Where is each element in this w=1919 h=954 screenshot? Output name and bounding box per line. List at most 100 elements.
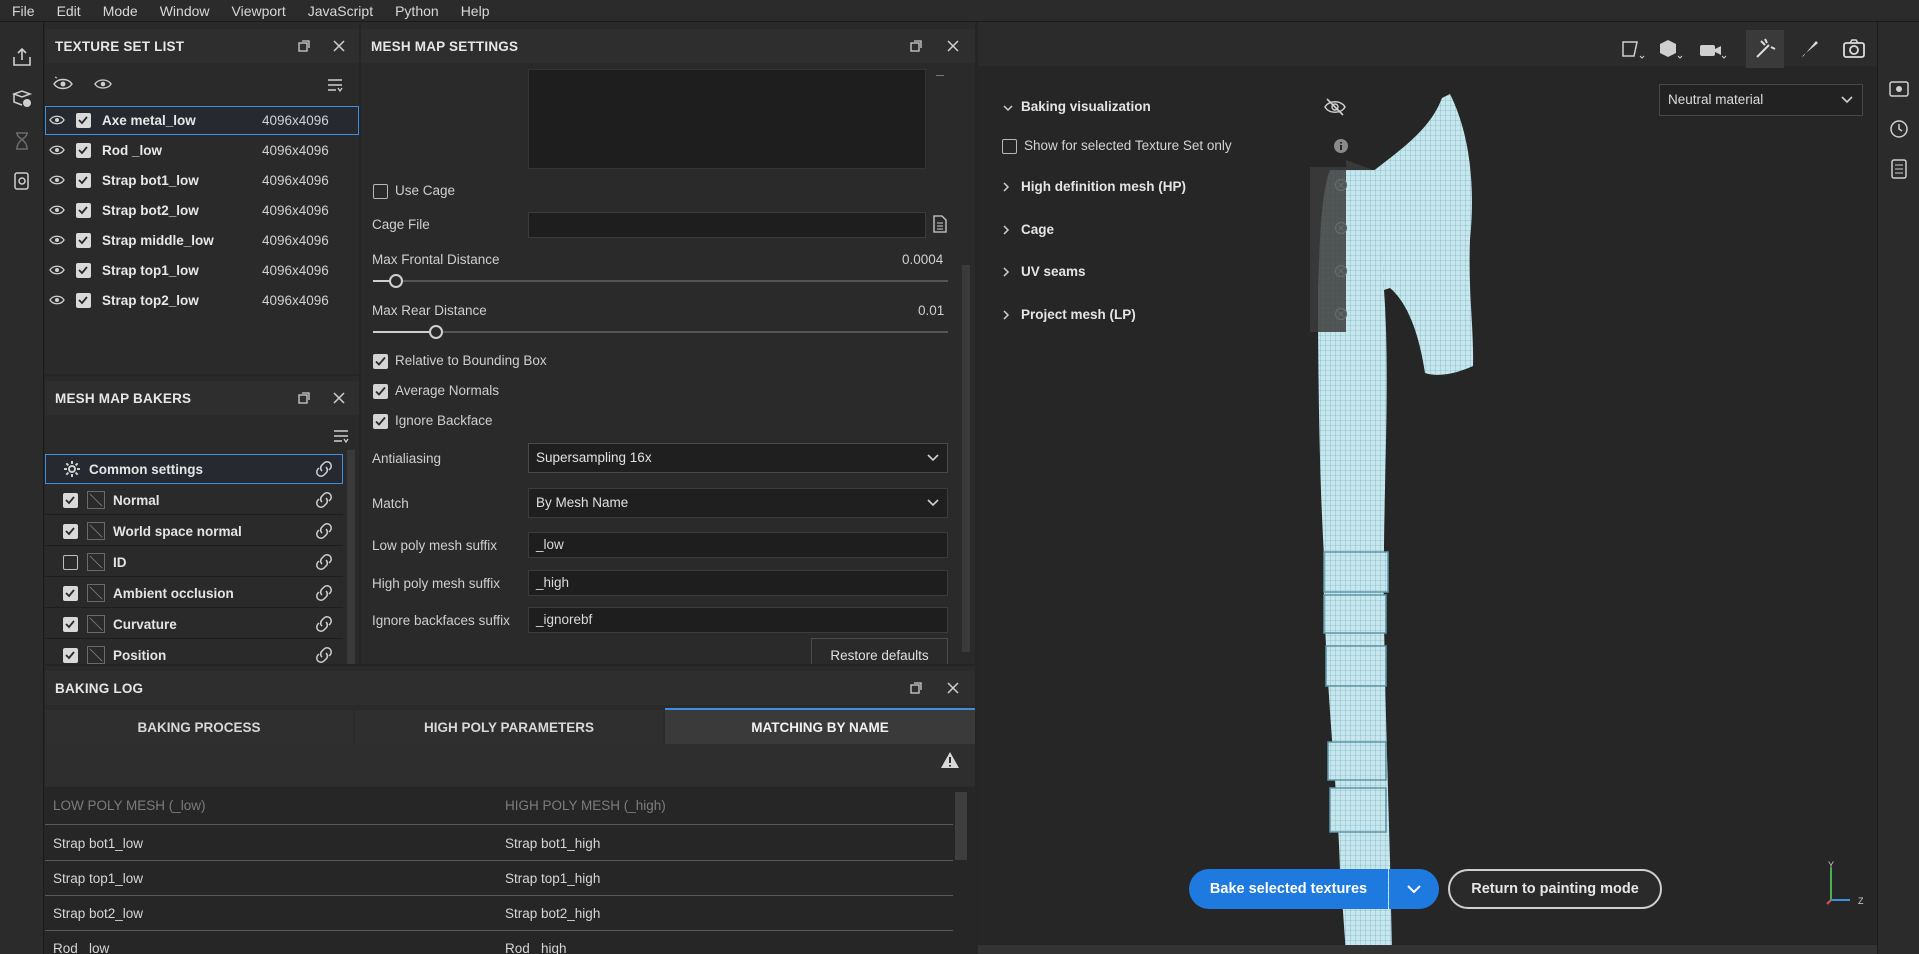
baker-checkbox[interactable]: [63, 555, 78, 570]
texture-set-checkbox[interactable]: [76, 233, 91, 248]
baker-row[interactable]: ID: [45, 547, 343, 577]
camera-icon[interactable]: [1698, 38, 1728, 62]
texture-set-row[interactable]: Strap bot2_low 4096x4096: [45, 196, 359, 225]
texture-set-row[interactable]: Strap middle_low 4096x4096: [45, 226, 359, 255]
reset-icon[interactable]: [1334, 307, 1348, 321]
chevron-right-icon[interactable]: [1001, 267, 1011, 277]
undock-icon[interactable]: [296, 38, 312, 54]
cube-icon[interactable]: [1658, 38, 1684, 62]
baker-checkbox[interactable]: [63, 617, 78, 632]
high-suffix-input[interactable]: _high: [528, 570, 948, 596]
bakers-options-icon[interactable]: [332, 427, 350, 445]
slider-knob[interactable]: [429, 325, 443, 339]
close-icon[interactable]: [945, 680, 961, 696]
undock-icon[interactable]: [908, 38, 924, 54]
ignore-suffix-input[interactable]: _ignorebf: [528, 607, 948, 633]
baker-checkbox[interactable]: [63, 648, 78, 663]
tab-baking-process[interactable]: BAKING PROCESS: [45, 710, 353, 744]
slider-knob[interactable]: [389, 274, 403, 288]
info-icon[interactable]: [1333, 138, 1349, 154]
display-settings-icon[interactable]: [1888, 78, 1910, 100]
link-icon[interactable]: [315, 585, 333, 601]
table-row[interactable]: Strap bot1_low Strap bot1_high: [45, 826, 953, 861]
texture-set-checkbox[interactable]: [76, 293, 91, 308]
return-to-painting-button[interactable]: Return to painting mode: [1448, 869, 1662, 909]
menu-javascript[interactable]: JavaScript: [297, 0, 384, 22]
relative-bbox-checkbox[interactable]: [373, 354, 388, 369]
reset-icon[interactable]: [1334, 221, 1348, 235]
log-icon[interactable]: [1888, 158, 1910, 180]
close-icon[interactable]: [331, 38, 347, 54]
chevron-right-icon[interactable]: [1001, 225, 1011, 235]
texture-set-row[interactable]: Axe metal_low 4096x4096: [45, 106, 359, 135]
table-scrollbar[interactable]: [955, 792, 967, 860]
baker-row[interactable]: Normal: [45, 485, 343, 515]
menu-edit[interactable]: Edit: [46, 0, 92, 22]
close-icon[interactable]: [945, 38, 961, 54]
shelf-icon[interactable]: [11, 170, 33, 192]
tab-matching-by-name[interactable]: MATCHING BY NAME: [665, 708, 975, 744]
section-cage[interactable]: Cage: [1021, 222, 1054, 237]
texture-set-row[interactable]: Strap top2_low 4096x4096: [45, 286, 359, 315]
reset-icon[interactable]: [1334, 178, 1348, 192]
link-icon[interactable]: [315, 554, 333, 570]
file-browse-icon[interactable]: [932, 215, 948, 233]
texture-set-row[interactable]: Strap top1_low 4096x4096: [45, 256, 359, 285]
warning-icon[interactable]: [940, 751, 960, 769]
texture-set-checkbox[interactable]: [76, 143, 91, 158]
use-cage-checkbox[interactable]: [373, 184, 388, 199]
common-settings-row[interactable]: Common settings: [45, 454, 343, 484]
texture-set-row[interactable]: Strap bot1_low 4096x4096: [45, 166, 359, 195]
eye-toggle-all-icon[interactable]: [53, 76, 73, 92]
section-hp-mesh[interactable]: High definition mesh (HP): [1021, 179, 1186, 194]
section-project-mesh[interactable]: Project mesh (LP): [1021, 307, 1136, 322]
visibility-eye-icon[interactable]: [49, 203, 65, 217]
visibility-eye-icon[interactable]: [49, 113, 65, 127]
texture-set-checkbox[interactable]: [76, 113, 91, 128]
link-icon[interactable]: [315, 616, 333, 632]
display-mode-icon[interactable]: [1620, 38, 1646, 62]
visibility-eye-icon[interactable]: [49, 293, 65, 307]
texture-set-checkbox[interactable]: [76, 173, 91, 188]
cage-file-field[interactable]: [528, 212, 926, 238]
undock-icon[interactable]: [296, 390, 312, 406]
brush-icon[interactable]: [1798, 37, 1822, 61]
export-icon[interactable]: [11, 46, 33, 68]
show-selected-checkbox[interactable]: [1002, 139, 1017, 154]
baker-row[interactable]: World space normal: [45, 516, 343, 546]
chevron-down-icon[interactable]: [1003, 103, 1013, 113]
antialiasing-dropdown[interactable]: Supersampling 16x: [528, 443, 948, 473]
visibility-eye-icon[interactable]: [49, 233, 65, 247]
baking-visualization-title[interactable]: Baking visualization: [1021, 99, 1151, 114]
visibility-eye-icon[interactable]: [49, 173, 65, 187]
texture-set-row[interactable]: Rod _low 4096x4096: [45, 136, 359, 165]
baker-row[interactable]: Position: [45, 640, 343, 664]
table-row[interactable]: Strap top1_low Strap top1_high: [45, 861, 953, 896]
bake-selected-textures-button[interactable]: Bake selected textures: [1189, 869, 1388, 909]
material-dropdown[interactable]: Neutral material: [1659, 84, 1863, 116]
chevron-right-icon[interactable]: [1001, 310, 1011, 320]
link-icon[interactable]: [315, 492, 333, 508]
baker-row[interactable]: Ambient occlusion: [45, 578, 343, 608]
settings-scrollbar[interactable]: [962, 265, 970, 652]
tab-high-poly-parameters[interactable]: HIGH POLY PARAMETERS: [355, 710, 663, 744]
texture-set-checkbox[interactable]: [76, 203, 91, 218]
list-options-icon[interactable]: [326, 76, 344, 94]
menu-python[interactable]: Python: [384, 0, 450, 22]
table-row[interactable]: Rod _low Rod _high: [45, 931, 953, 954]
reset-icon[interactable]: [1334, 264, 1348, 278]
baker-checkbox[interactable]: [63, 524, 78, 539]
visibility-eye-icon[interactable]: [49, 143, 65, 157]
visibility-eye-icon[interactable]: [49, 263, 65, 277]
baker-checkbox[interactable]: [63, 586, 78, 601]
baker-row[interactable]: Curvature: [45, 609, 343, 639]
match-dropdown[interactable]: By Mesh Name: [528, 488, 948, 518]
low-suffix-input[interactable]: _low: [528, 532, 948, 558]
menu-help[interactable]: Help: [450, 0, 501, 22]
link-icon[interactable]: [315, 523, 333, 539]
section-uv-seams[interactable]: UV seams: [1021, 264, 1086, 279]
bake-options-button[interactable]: [1389, 869, 1439, 909]
average-normals-checkbox[interactable]: [373, 384, 388, 399]
menu-file[interactable]: File: [0, 0, 46, 22]
ignore-backface-checkbox[interactable]: [373, 414, 388, 429]
